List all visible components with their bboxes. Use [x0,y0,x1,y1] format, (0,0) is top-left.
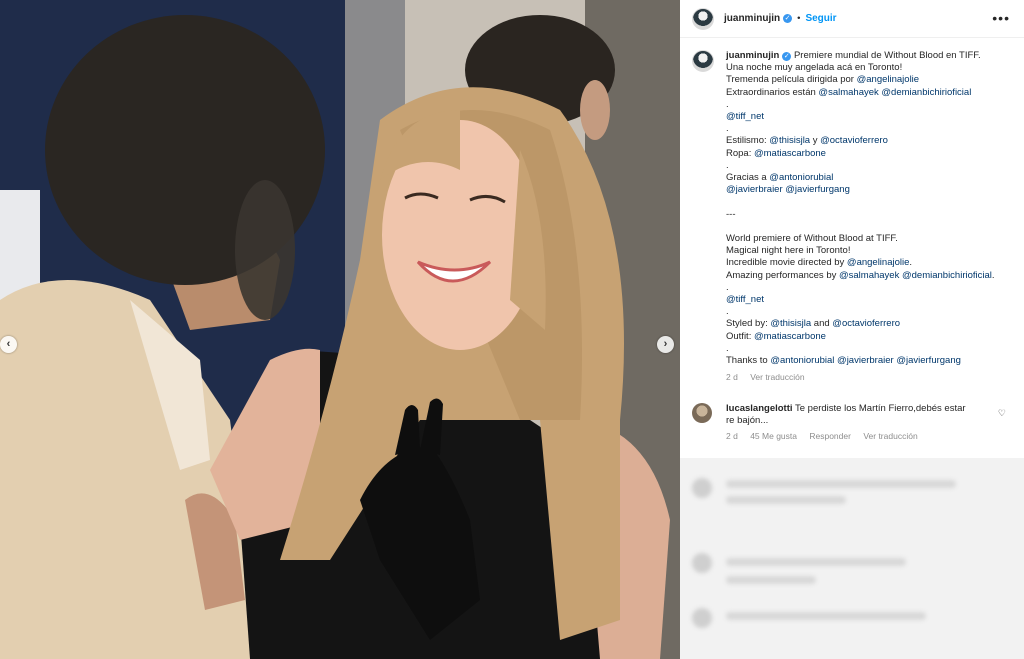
caption-text: juanminujin ✓ Premiere mundial de Without… [726,50,1012,367]
post-caption: juanminujin ✓ Premiere mundial de Without… [692,50,1012,382]
caption-line: Extraordinarios están @salmahayek @demia… [726,86,972,98]
blurred-text [726,576,816,584]
commenter-avatar[interactable] [692,403,712,423]
caption-line: Ropa: @matiascarbone [726,147,826,159]
next-photo-button[interactable]: › [657,336,674,353]
caption-time: 2 d [726,372,738,383]
caption-author-avatar[interactable] [692,50,714,72]
caption-line: Incredible movie directed by @angelinajo… [726,257,913,269]
comment-translate-link[interactable]: Ver traducción [863,431,917,441]
mention-link[interactable]: @javierbraier [726,184,783,195]
mention-link[interactable]: @angelinajolie [857,74,919,85]
caption-line: . [726,281,729,293]
caption-line [726,221,1012,233]
caption-line: . [726,123,729,135]
caption-line: Magical night here in Toronto! [726,245,851,257]
mention-link[interactable]: @javierfurgang [896,355,961,366]
instagram-post-view: ‹ › juanminujin ✓ • Seguir ••• juanminuj… [0,0,1024,659]
mention-link[interactable]: @salmahayek [818,87,878,98]
commenter-username[interactable]: lucaslangelotti [726,403,793,414]
blurred-comments-area [680,458,1024,659]
author-username[interactable]: juanminujin [724,13,780,24]
photo-illustration [0,0,680,659]
mention-link[interactable]: @thisisjla [770,318,811,329]
caption-line: @tiff_net [726,294,1012,306]
blurred-text [726,612,926,620]
heart-outline-icon[interactable]: ♡ [998,408,1006,419]
mention-link[interactable]: @octavioferrero [832,318,900,329]
caption-line [726,196,1012,208]
comment-likes[interactable]: 45 Me gusta [750,431,797,441]
caption-line: Styled by: @thisisjla and @octavioferrer… [726,318,901,330]
caption-line: Thanks to @antoniorubial @javierbraier @… [726,355,961,367]
post-side-panel: juanminujin ✓ • Seguir ••• juanminujin ✓ … [680,0,1024,659]
follow-button[interactable]: Seguir [805,13,836,24]
previous-photo-button[interactable]: ‹ [0,336,17,353]
author-avatar[interactable] [692,7,714,30]
mention-link[interactable]: @demianbichirioficial [902,270,992,281]
mention-link[interactable]: @matiascarbone [754,331,826,342]
post-header: juanminujin ✓ • Seguir ••• [680,0,1024,38]
mention-link[interactable]: @demianbichirioficial [881,87,971,98]
mention-link[interactable]: @tiff_net [726,111,764,122]
caption-line: . [726,159,729,171]
blurred-text [726,480,956,488]
comment-reply-link[interactable]: Responder [809,431,851,441]
comment-time: 2 d [726,431,738,442]
comment-item: lucaslangelotti Te perdiste los Martín F… [692,403,1012,441]
mention-link[interactable]: @javierbraier [837,355,894,366]
comment-text: lucaslangelotti Te perdiste los Martín F… [726,403,976,427]
blurred-text [726,496,846,504]
mention-link[interactable]: @thisisjla [769,135,810,146]
blurred-avatar [692,478,712,498]
blurred-text [726,558,906,566]
mention-link[interactable]: @antoniorubial [770,355,834,366]
caption-line: World premiere of Without Blood at TIFF. [726,233,898,245]
mention-link[interactable]: @angelinajolie [847,257,909,268]
post-photo[interactable]: ‹ › [0,0,680,659]
caption-line: Una noche muy angelada acá en Toronto! [726,62,903,74]
mention-link[interactable]: @javierfurgang [785,184,850,195]
caption-line: @javierbraier @javierfurgang [726,184,1012,196]
caption-line: --- [726,208,736,220]
caption-line: Gracias a @antoniorubial [726,172,834,184]
caption-line: juanminujin ✓ Premiere mundial de Without… [726,50,981,61]
caption-username[interactable]: juanminujin [726,50,779,61]
caption-line: . [726,342,729,354]
caption-meta: 2 d Ver traducción [726,372,1012,382]
mention-link[interactable]: @salmahayek [839,270,899,281]
comment-meta: 2 d 45 Me gusta Responder Ver traducción [726,431,1012,441]
blurred-avatar [692,553,712,573]
more-options-icon[interactable]: ••• [992,11,1010,25]
caption-line: Amazing performances by @salmahayek @dem… [726,269,995,281]
verified-badge-icon: ✓ [782,52,792,61]
mention-link[interactable]: @matiascarbone [754,148,826,159]
verified-badge-icon: ✓ [783,14,793,23]
caption-translate-link[interactable]: Ver traducción [750,372,804,382]
caption-line: Outfit: @matiascarbone [726,330,826,342]
caption-line: @tiff_net [726,111,1012,123]
header-separator: • [797,13,801,24]
blurred-avatar [692,608,712,628]
caption-line: Estilismo: @thisisjla y @octavioferrero [726,135,888,147]
mention-link[interactable]: @tiff_net [726,294,764,305]
caption-line: . [726,98,729,110]
mention-link[interactable]: @antoniorubial [769,172,833,183]
caption-line: Tremenda película dirigida por @angelina… [726,74,920,86]
mention-link[interactable]: @octavioferrero [820,135,888,146]
caption-line: . [726,306,729,318]
